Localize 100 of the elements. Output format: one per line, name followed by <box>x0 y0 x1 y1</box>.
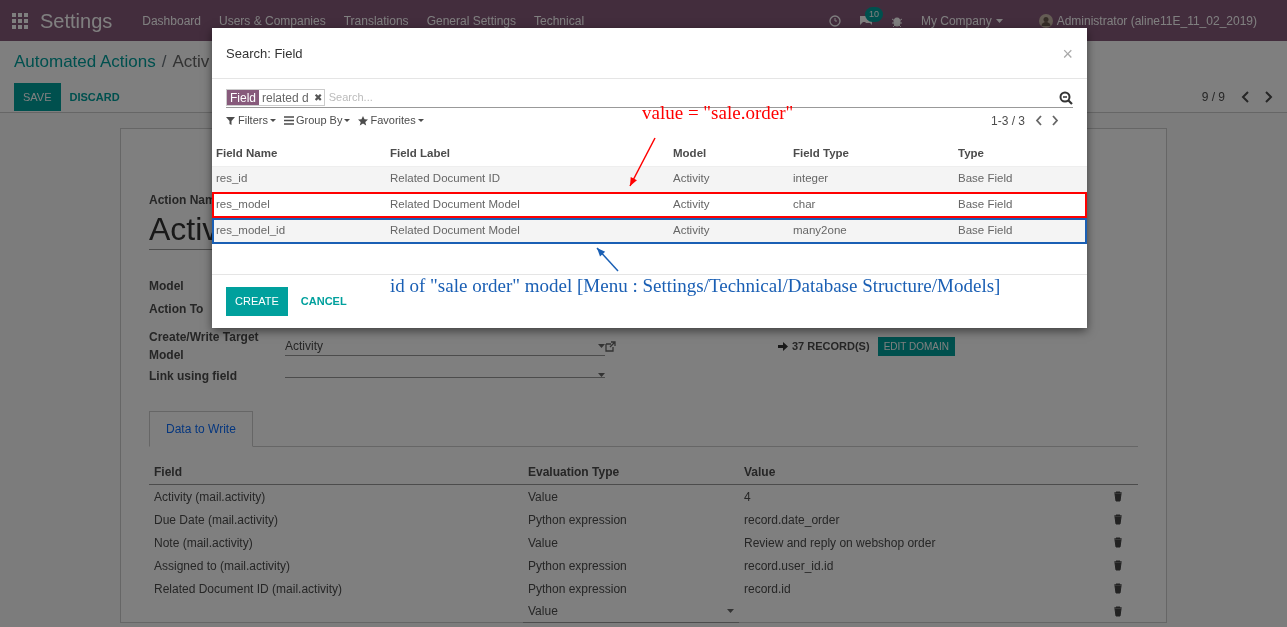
menu-item[interactable]: Users & Companies <box>219 11 326 30</box>
table-row[interactable]: res_model Related Document Model Activity char Base Field <box>212 191 1087 218</box>
favorites-dropdown[interactable]: Favorites <box>358 112 424 129</box>
field-label: Link using field <box>149 367 237 385</box>
table-cell-text: 4 <box>743 488 752 506</box>
column-header[interactable]: Field Name <box>212 144 386 163</box>
evaluation-type-select[interactable]: Value <box>523 600 739 623</box>
table-cell-text: Value <box>527 488 559 506</box>
group-by-dropdown[interactable]: Group By <box>283 112 351 129</box>
table-cell-text: record.id <box>743 580 792 598</box>
search-icon[interactable] <box>1059 90 1073 105</box>
model-select[interactable]: Activity <box>285 336 605 356</box>
chevron-right-icon[interactable] <box>1265 90 1273 103</box>
table-cell-text: Activity (mail.activity) <box>153 488 267 506</box>
external-link-icon[interactable] <box>605 340 616 352</box>
annotation-arrow <box>596 247 619 272</box>
table-cell-text: Base Field <box>957 171 1014 187</box>
table-cell-text: Related Document Model <box>389 197 521 213</box>
pager-text: 9 / 9 <box>1201 88 1225 106</box>
menu-item[interactable]: Dashboard <box>142 11 201 30</box>
chevron-right-icon[interactable] <box>1052 115 1059 126</box>
table-cell-text: Related Document Model <box>389 223 521 239</box>
remove-facet-button[interactable]: ✖ <box>311 90 324 105</box>
table-cell-text: Activity <box>672 223 711 239</box>
table-cell-text: char <box>792 197 817 213</box>
chevron-left-icon[interactable] <box>1035 115 1042 126</box>
table-row[interactable]: res_id Related Document ID Activity integer Base Field <box>212 165 1087 192</box>
trash-icon[interactable] <box>1113 491 1123 502</box>
edit-domain-button[interactable]: EDIT DOMAIN <box>877 336 955 356</box>
avatar-icon[interactable] <box>1038 13 1053 28</box>
notification-badge: 10 <box>864 6 883 22</box>
list-icon <box>283 115 294 126</box>
facet-value: related d <box>261 89 310 107</box>
column-header: Evaluation Type <box>523 459 739 485</box>
app-title: Settings <box>40 8 113 34</box>
annotation-text: value = "sale.order" <box>642 103 794 124</box>
table-cell-text: Python expression <box>527 580 628 598</box>
chevron-left-icon[interactable] <box>1241 90 1249 103</box>
trash-icon[interactable] <box>1113 560 1123 571</box>
column-header[interactable]: Model <box>669 144 789 163</box>
pager-text: 1-3 / 3 <box>990 112 1025 130</box>
table-cell-text: many2one <box>792 223 848 239</box>
table-cell-text: record.date_order <box>743 511 841 529</box>
table-cell-text: res_model_id <box>215 223 287 239</box>
annotation-text: id of "sale order" model [Menu : Settings/Technical/Database Structure/Models] <box>390 276 1001 297</box>
clock-icon[interactable] <box>828 14 841 27</box>
save-button[interactable]: SAVE <box>14 82 61 111</box>
cancel-button[interactable]: CANCEL <box>291 287 356 316</box>
table-cell-text: Due Date (mail.activity) <box>153 511 280 529</box>
table-cell-text: Review and reply on webshop order <box>743 534 937 552</box>
field-value: Activity <box>285 337 323 355</box>
table-cell-text: Python expression <box>527 557 628 575</box>
table-cell-text: Activity <box>672 197 711 213</box>
dialog-title: Search: Field <box>226 45 303 63</box>
field-label: Create/Write Target Model <box>149 329 260 364</box>
column-header[interactable]: Type <box>954 144 1087 163</box>
field-label: Model <box>149 277 184 295</box>
menu-item[interactable]: General Settings <box>426 11 516 30</box>
link-field-select[interactable] <box>285 373 605 378</box>
filter-icon <box>226 115 236 126</box>
table-cell-text: Related Document ID <box>389 171 501 187</box>
trash-icon[interactable] <box>1113 606 1123 617</box>
apps-menu-icon[interactable] <box>12 12 28 29</box>
table-row[interactable]: res_model_id Related Document Model Activity many2one Base Field <box>212 217 1087 244</box>
create-button[interactable]: CREATE <box>226 287 288 316</box>
facet-label: Field <box>227 90 259 105</box>
caret-icon <box>727 609 734 613</box>
breadcrumb-separator: / <box>161 51 167 73</box>
record-count: 37 RECORD(S) <box>792 338 870 354</box>
trash-icon[interactable] <box>1113 514 1123 525</box>
annotation-arrow <box>629 137 656 187</box>
table-cell-text: record.user_id.id <box>743 557 835 575</box>
field-value: Value <box>528 603 558 620</box>
caret-icon <box>598 343 605 348</box>
table-cell-text: Related Document ID (mail.activity) <box>153 580 344 598</box>
arrow-right-icon <box>778 341 788 351</box>
table-cell-text: Base Field <box>957 197 1014 213</box>
close-button[interactable]: × <box>1062 44 1073 63</box>
breadcrumb-item: Activ <box>172 51 210 73</box>
table-cell-text: integer <box>792 171 830 187</box>
filters-dropdown[interactable]: Filters <box>226 112 276 129</box>
table-cell-text: Base Field <box>957 223 1014 239</box>
column-header: Field <box>149 459 523 485</box>
caret-icon <box>598 373 605 377</box>
trash-icon[interactable] <box>1113 537 1123 548</box>
user-menu[interactable]: Administrator (aline11E_11_02_2019) <box>1056 11 1257 30</box>
menu-item[interactable]: Technical <box>534 11 585 30</box>
column-header[interactable]: Field Label <box>386 144 669 163</box>
discard-button[interactable]: DISCARD <box>60 82 129 111</box>
trash-icon[interactable] <box>1113 583 1123 594</box>
caret-icon <box>995 18 1003 23</box>
table-cell-text: Python expression <box>527 511 628 529</box>
company-menu[interactable]: My Company <box>920 11 1003 30</box>
table-cell-text: Activity <box>672 171 711 187</box>
breadcrumb-item[interactable]: Automated Actions <box>14 49 156 75</box>
tab[interactable]: Data to Write <box>149 411 253 447</box>
column-header: Value <box>739 459 1108 485</box>
menu-item[interactable]: Translations <box>343 11 409 30</box>
table-cell-text: res_id <box>215 171 249 187</box>
column-header[interactable]: Field Type <box>789 144 954 163</box>
